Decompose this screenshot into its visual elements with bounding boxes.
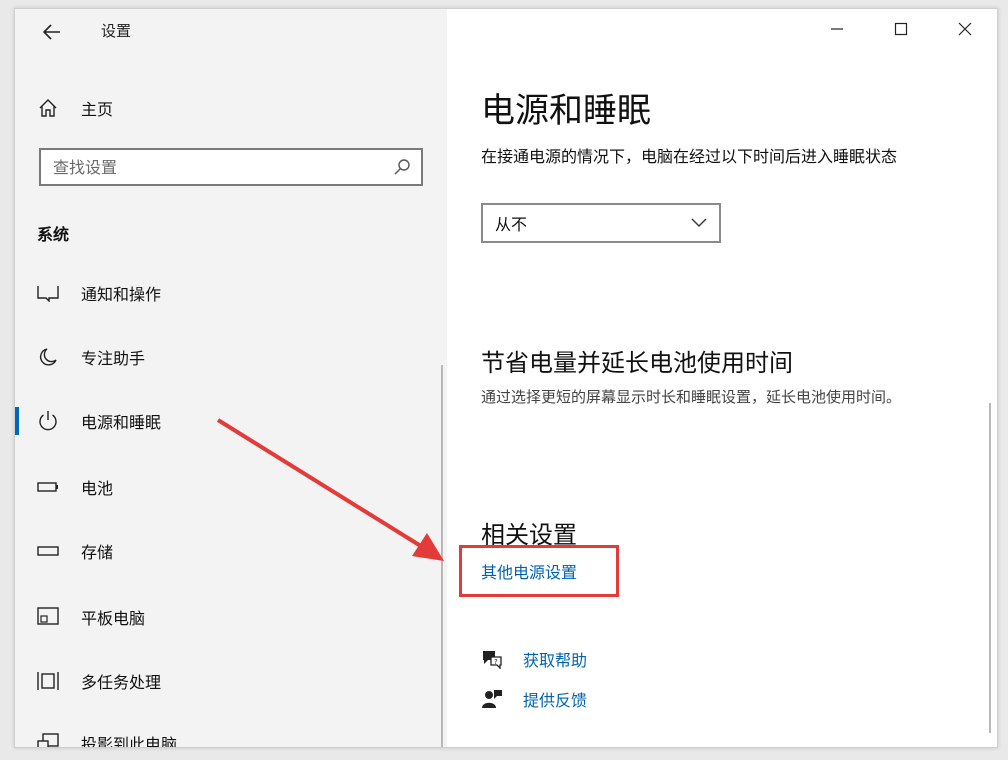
svg-text:?: ? xyxy=(494,658,498,666)
sidebar-item-battery[interactable]: 电池 xyxy=(15,465,447,509)
sidebar-item-tablet[interactable]: 平板电脑 xyxy=(15,595,447,639)
project-icon xyxy=(37,732,59,747)
settings-window: 设置 主页 系统 通知和操作 xyxy=(14,8,998,748)
sleep-dropdown[interactable]: 从不 xyxy=(481,203,721,243)
sleep-dropdown-value: 从不 xyxy=(495,215,528,234)
minimize-icon xyxy=(831,28,843,30)
window-title: 设置 xyxy=(101,22,132,40)
sidebar-item-home[interactable]: 主页 xyxy=(37,93,113,123)
sidebar-item-label: 电池 xyxy=(81,479,114,498)
sidebar-item-storage[interactable]: 存储 xyxy=(15,529,447,573)
give-feedback-link[interactable]: 提供反馈 xyxy=(523,687,587,711)
multitask-icon xyxy=(37,670,59,692)
sidebar-item-label: 电源和睡眠 xyxy=(81,413,162,432)
home-icon xyxy=(37,97,59,119)
get-help-row[interactable]: ? 获取帮助 xyxy=(481,647,587,671)
main-content: 电源和睡眠 在接通电源的情况下，电脑在经过以下时间后进入睡眠状态 从不 节省电量… xyxy=(447,9,997,747)
battery-icon xyxy=(37,476,59,498)
sidebar-item-notifications[interactable]: 通知和操作 xyxy=(15,271,447,315)
sidebar-item-multitasking[interactable]: 多任务处理 xyxy=(15,659,447,703)
help-chat-icon: ? xyxy=(481,648,503,670)
moon-icon xyxy=(37,346,59,368)
sidebar-scrollbar[interactable] xyxy=(441,365,443,747)
close-button[interactable] xyxy=(933,9,997,49)
other-power-settings-link[interactable]: 其他电源设置 xyxy=(481,559,577,583)
window-controls xyxy=(805,9,997,49)
power-icon xyxy=(37,410,59,432)
sidebar-item-label: 通知和操作 xyxy=(81,285,162,304)
sidebar: 设置 主页 系统 通知和操作 xyxy=(15,9,447,747)
section-label-system: 系统 xyxy=(37,225,70,244)
maximize-icon xyxy=(894,22,908,36)
sidebar-item-label: 专注助手 xyxy=(81,349,146,368)
sidebar-item-label: 平板电脑 xyxy=(81,609,146,628)
notification-icon xyxy=(37,282,59,304)
back-button[interactable] xyxy=(37,17,67,47)
sidebar-item-label: 主页 xyxy=(81,100,114,119)
back-arrow-icon xyxy=(43,24,60,40)
get-help-link[interactable]: 获取帮助 xyxy=(523,647,587,671)
sidebar-item-label: 多任务处理 xyxy=(81,673,162,692)
search-input[interactable] xyxy=(41,150,381,184)
chevron-down-icon xyxy=(691,218,707,227)
minimize-button[interactable] xyxy=(805,9,869,49)
storage-icon xyxy=(37,540,59,562)
main-scrollbar[interactable] xyxy=(989,403,991,733)
page-title: 电源和睡眠 xyxy=(481,91,651,131)
close-icon xyxy=(958,22,972,36)
sidebar-item-label: 投影到此电脑 xyxy=(81,735,178,748)
sidebar-item-label: 存储 xyxy=(81,543,114,562)
sidebar-item-project[interactable]: 投影到此电脑 xyxy=(15,721,447,748)
sleep-description: 在接通电源的情况下，电脑在经过以下时间后进入睡眠状态 xyxy=(481,147,898,166)
battery-heading: 节省电量并延长电池使用时间 xyxy=(481,349,793,377)
feedback-row[interactable]: 提供反馈 xyxy=(481,687,587,711)
maximize-button[interactable] xyxy=(869,9,933,49)
tablet-icon xyxy=(37,606,59,628)
sidebar-item-focus-assist[interactable]: 专注助手 xyxy=(15,335,447,379)
sidebar-item-power-sleep[interactable]: 电源和睡眠 xyxy=(15,399,447,443)
feedback-icon xyxy=(481,688,503,710)
search-box xyxy=(39,148,423,186)
search-icon[interactable] xyxy=(393,158,411,180)
battery-description: 通过选择更短的屏幕显示时长和睡眠设置，延长电池使用时间。 xyxy=(481,388,902,406)
